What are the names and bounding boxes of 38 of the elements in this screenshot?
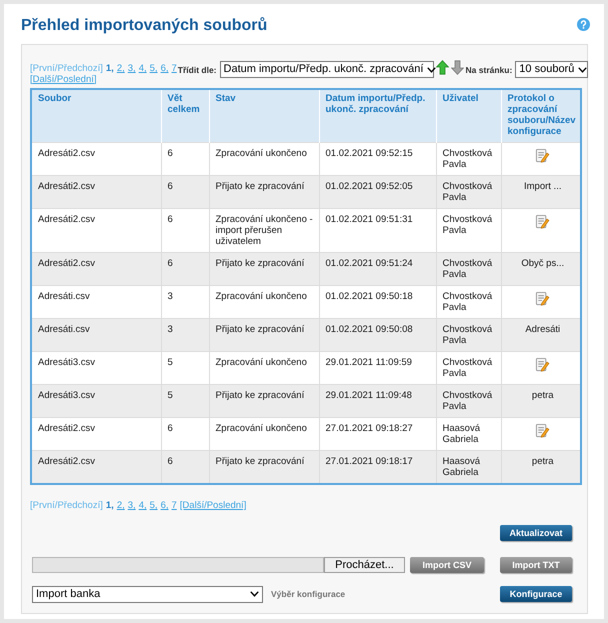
notepad-icon[interactable] bbox=[535, 214, 550, 229]
page-link[interactable]: 2, bbox=[116, 64, 125, 74]
configuration-button[interactable]: Konfigurace bbox=[500, 586, 572, 602]
notepad-icon[interactable] bbox=[535, 423, 550, 438]
page-link[interactable]: 2, bbox=[116, 501, 125, 512]
page-title: Přehled importovaných souborů bbox=[21, 16, 268, 36]
page-link[interactable]: 6, bbox=[160, 501, 168, 512]
arrow-down-icon[interactable] bbox=[450, 60, 464, 75]
browse-button[interactable]: Procházet... bbox=[324, 556, 405, 572]
page-link[interactable]: 4, bbox=[138, 501, 147, 512]
per-page-select[interactable]: 10 souborů bbox=[515, 61, 588, 78]
sort-select[interactable]: Datum importu/Předp. ukonč. zpracování bbox=[220, 61, 434, 78]
next-last-link[interactable]: [Další/Poslední] bbox=[30, 74, 97, 85]
page-link[interactable]: 5, bbox=[150, 501, 158, 512]
page-link[interactable]: 7 bbox=[172, 501, 177, 512]
refresh-button[interactable]: Aktualizovat bbox=[500, 524, 572, 540]
sort-label: Třídit dle: bbox=[178, 64, 217, 76]
chevron-down-icon bbox=[250, 591, 259, 597]
file-path-field[interactable] bbox=[32, 556, 324, 572]
notepad-icon[interactable] bbox=[535, 357, 550, 372]
page-link[interactable]: 1, bbox=[106, 64, 114, 74]
notepad-icon[interactable] bbox=[535, 291, 550, 306]
page-link[interactable]: 6, bbox=[160, 64, 168, 74]
page-link[interactable]: 3, bbox=[128, 501, 136, 512]
page-link[interactable]: 5, bbox=[150, 64, 158, 74]
arrow-up-icon[interactable] bbox=[436, 60, 449, 75]
chevron-down-icon bbox=[427, 66, 436, 72]
page-link[interactable]: 4, bbox=[138, 64, 147, 74]
help-icon[interactable] bbox=[577, 18, 590, 31]
per-page-label: Na stránku: bbox=[466, 64, 512, 76]
next-last-link[interactable]: [Další/Poslední] bbox=[180, 501, 246, 512]
chevron-down-icon bbox=[578, 66, 588, 72]
page-link[interactable]: 7 bbox=[172, 64, 177, 74]
page-link[interactable]: 3, bbox=[128, 64, 136, 74]
page-link[interactable]: 1, bbox=[106, 501, 114, 512]
configuration-select[interactable]: Import banka bbox=[32, 586, 263, 602]
configuration-label: Výběr konfigurace bbox=[271, 588, 346, 600]
notepad-icon[interactable] bbox=[535, 148, 550, 163]
